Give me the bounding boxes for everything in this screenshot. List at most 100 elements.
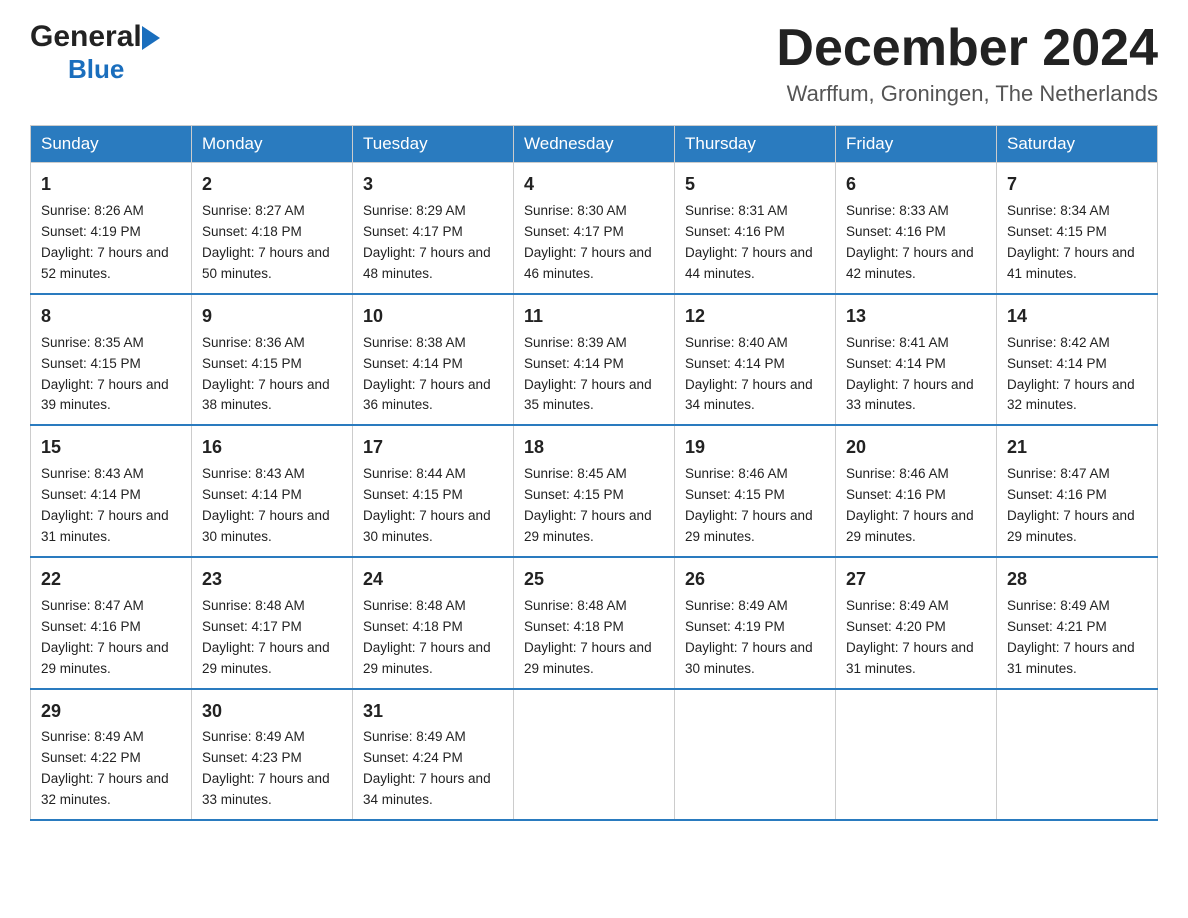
title-block: December 2024 Warffum, Groningen, The Ne…: [776, 20, 1158, 107]
calendar-cell: [675, 689, 836, 821]
day-number: 16: [202, 434, 342, 462]
calendar-cell: 10 Sunrise: 8:38 AM Sunset: 4:14 PM Dayl…: [353, 294, 514, 426]
sunset-label: Sunset: 4:15 PM: [524, 487, 624, 502]
page-header: General Blue December 2024 Warffum, Gron…: [30, 20, 1158, 107]
week-row-4: 22 Sunrise: 8:47 AM Sunset: 4:16 PM Dayl…: [31, 557, 1158, 689]
day-number: 11: [524, 303, 664, 331]
day-number: 1: [41, 171, 181, 199]
sunrise-label: Sunrise: 8:40 AM: [685, 335, 788, 350]
sunset-label: Sunset: 4:16 PM: [1007, 487, 1107, 502]
sunrise-label: Sunrise: 8:39 AM: [524, 335, 627, 350]
logo-arrow-icon: [142, 26, 160, 50]
daylight-label: Daylight: 7 hours and 29 minutes.: [363, 640, 491, 676]
daylight-label: Daylight: 7 hours and 46 minutes.: [524, 245, 652, 281]
sunset-label: Sunset: 4:14 PM: [41, 487, 141, 502]
sunrise-label: Sunrise: 8:49 AM: [1007, 598, 1110, 613]
day-number: 14: [1007, 303, 1147, 331]
daylight-label: Daylight: 7 hours and 50 minutes.: [202, 245, 330, 281]
day-number: 23: [202, 566, 342, 594]
day-number: 10: [363, 303, 503, 331]
calendar-cell: 20 Sunrise: 8:46 AM Sunset: 4:16 PM Dayl…: [836, 425, 997, 557]
daylight-label: Daylight: 7 hours and 29 minutes.: [524, 640, 652, 676]
sunset-label: Sunset: 4:15 PM: [202, 356, 302, 371]
day-number: 9: [202, 303, 342, 331]
sunrise-label: Sunrise: 8:48 AM: [363, 598, 466, 613]
calendar-cell: 21 Sunrise: 8:47 AM Sunset: 4:16 PM Dayl…: [997, 425, 1158, 557]
week-row-5: 29 Sunrise: 8:49 AM Sunset: 4:22 PM Dayl…: [31, 689, 1158, 821]
sunrise-label: Sunrise: 8:43 AM: [202, 466, 305, 481]
header-day-saturday: Saturday: [997, 126, 1158, 163]
daylight-label: Daylight: 7 hours and 33 minutes.: [202, 771, 330, 807]
day-number: 30: [202, 698, 342, 726]
sunrise-label: Sunrise: 8:36 AM: [202, 335, 305, 350]
day-number: 8: [41, 303, 181, 331]
sunrise-label: Sunrise: 8:44 AM: [363, 466, 466, 481]
sunrise-label: Sunrise: 8:38 AM: [363, 335, 466, 350]
calendar-cell: 2 Sunrise: 8:27 AM Sunset: 4:18 PM Dayli…: [192, 163, 353, 294]
day-number: 27: [846, 566, 986, 594]
day-number: 19: [685, 434, 825, 462]
sunset-label: Sunset: 4:14 PM: [1007, 356, 1107, 371]
daylight-label: Daylight: 7 hours and 33 minutes.: [846, 377, 974, 413]
daylight-label: Daylight: 7 hours and 29 minutes.: [202, 640, 330, 676]
day-number: 13: [846, 303, 986, 331]
daylight-label: Daylight: 7 hours and 29 minutes.: [524, 508, 652, 544]
sunset-label: Sunset: 4:19 PM: [41, 224, 141, 239]
week-row-2: 8 Sunrise: 8:35 AM Sunset: 4:15 PM Dayli…: [31, 294, 1158, 426]
day-number: 21: [1007, 434, 1147, 462]
day-number: 31: [363, 698, 503, 726]
logo-blue-text: Blue: [68, 54, 124, 84]
daylight-label: Daylight: 7 hours and 48 minutes.: [363, 245, 491, 281]
calendar-cell: [514, 689, 675, 821]
sunrise-label: Sunrise: 8:49 AM: [202, 729, 305, 744]
calendar-cell: 6 Sunrise: 8:33 AM Sunset: 4:16 PM Dayli…: [836, 163, 997, 294]
daylight-label: Daylight: 7 hours and 52 minutes.: [41, 245, 169, 281]
day-number: 12: [685, 303, 825, 331]
calendar-cell: 26 Sunrise: 8:49 AM Sunset: 4:19 PM Dayl…: [675, 557, 836, 689]
calendar-cell: 9 Sunrise: 8:36 AM Sunset: 4:15 PM Dayli…: [192, 294, 353, 426]
sunrise-label: Sunrise: 8:49 AM: [41, 729, 144, 744]
daylight-label: Daylight: 7 hours and 30 minutes.: [685, 640, 813, 676]
sunrise-label: Sunrise: 8:30 AM: [524, 203, 627, 218]
daylight-label: Daylight: 7 hours and 32 minutes.: [41, 771, 169, 807]
day-number: 28: [1007, 566, 1147, 594]
sunset-label: Sunset: 4:16 PM: [846, 487, 946, 502]
calendar-cell: 11 Sunrise: 8:39 AM Sunset: 4:14 PM Dayl…: [514, 294, 675, 426]
week-row-3: 15 Sunrise: 8:43 AM Sunset: 4:14 PM Dayl…: [31, 425, 1158, 557]
daylight-label: Daylight: 7 hours and 31 minutes.: [846, 640, 974, 676]
sunrise-label: Sunrise: 8:46 AM: [685, 466, 788, 481]
sunset-label: Sunset: 4:14 PM: [524, 356, 624, 371]
sunset-label: Sunset: 4:14 PM: [846, 356, 946, 371]
sunset-label: Sunset: 4:24 PM: [363, 750, 463, 765]
daylight-label: Daylight: 7 hours and 31 minutes.: [41, 508, 169, 544]
daylight-label: Daylight: 7 hours and 36 minutes.: [363, 377, 491, 413]
day-number: 2: [202, 171, 342, 199]
calendar-table: SundayMondayTuesdayWednesdayThursdayFrid…: [30, 125, 1158, 821]
sunset-label: Sunset: 4:15 PM: [685, 487, 785, 502]
sunset-label: Sunset: 4:17 PM: [202, 619, 302, 634]
daylight-label: Daylight: 7 hours and 42 minutes.: [846, 245, 974, 281]
sunrise-label: Sunrise: 8:34 AM: [1007, 203, 1110, 218]
sunrise-label: Sunrise: 8:35 AM: [41, 335, 144, 350]
calendar-cell: 5 Sunrise: 8:31 AM Sunset: 4:16 PM Dayli…: [675, 163, 836, 294]
calendar-cell: 24 Sunrise: 8:48 AM Sunset: 4:18 PM Dayl…: [353, 557, 514, 689]
sunrise-label: Sunrise: 8:33 AM: [846, 203, 949, 218]
calendar-cell: 3 Sunrise: 8:29 AM Sunset: 4:17 PM Dayli…: [353, 163, 514, 294]
calendar-cell: 4 Sunrise: 8:30 AM Sunset: 4:17 PM Dayli…: [514, 163, 675, 294]
day-number: 29: [41, 698, 181, 726]
calendar-cell: 30 Sunrise: 8:49 AM Sunset: 4:23 PM Dayl…: [192, 689, 353, 821]
calendar-cell: [836, 689, 997, 821]
calendar-cell: [997, 689, 1158, 821]
calendar-cell: 7 Sunrise: 8:34 AM Sunset: 4:15 PM Dayli…: [997, 163, 1158, 294]
sunset-label: Sunset: 4:23 PM: [202, 750, 302, 765]
daylight-label: Daylight: 7 hours and 38 minutes.: [202, 377, 330, 413]
logo: General Blue: [30, 20, 160, 85]
sunrise-label: Sunrise: 8:31 AM: [685, 203, 788, 218]
calendar-cell: 16 Sunrise: 8:43 AM Sunset: 4:14 PM Dayl…: [192, 425, 353, 557]
calendar-cell: 17 Sunrise: 8:44 AM Sunset: 4:15 PM Dayl…: [353, 425, 514, 557]
calendar-cell: 8 Sunrise: 8:35 AM Sunset: 4:15 PM Dayli…: [31, 294, 192, 426]
sunset-label: Sunset: 4:15 PM: [1007, 224, 1107, 239]
sunrise-label: Sunrise: 8:47 AM: [41, 598, 144, 613]
day-number: 4: [524, 171, 664, 199]
sunset-label: Sunset: 4:22 PM: [41, 750, 141, 765]
